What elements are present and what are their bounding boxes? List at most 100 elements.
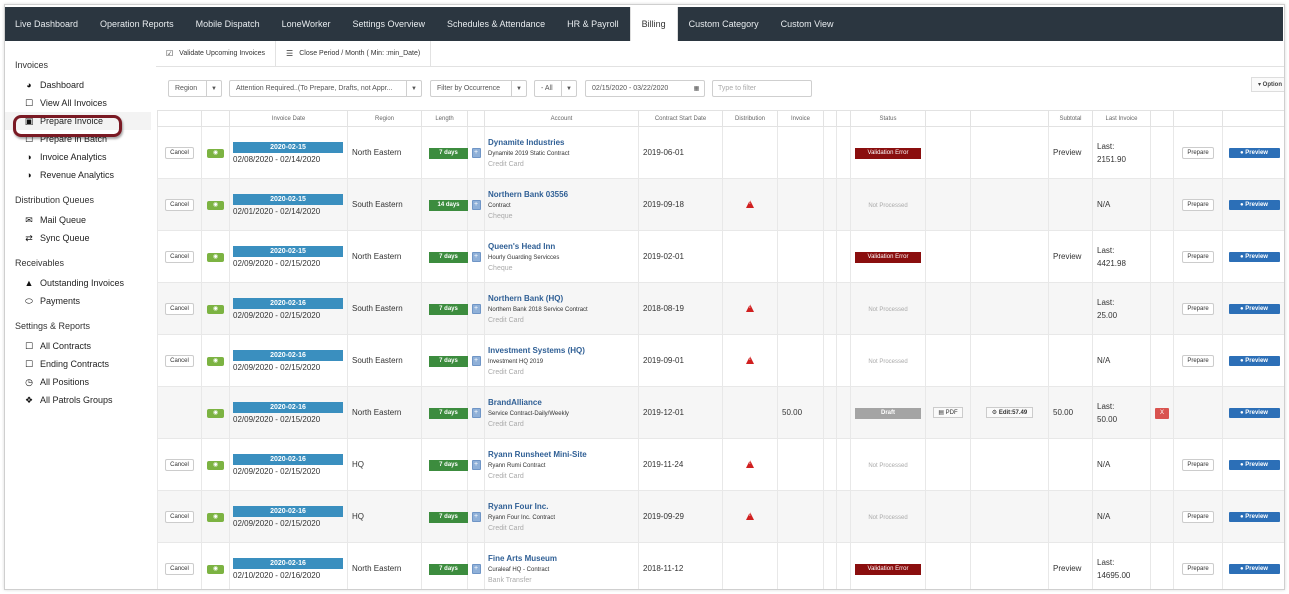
- add-button[interactable]: +: [471, 408, 481, 418]
- tab-custom-view[interactable]: Custom View: [770, 7, 845, 41]
- account-link[interactable]: Dynamite Industries: [488, 138, 638, 147]
- table-cell: Validation Error: [850, 126, 926, 179]
- table-header-row: Invoice Date Region Length Account Contract …: [157, 110, 1284, 127]
- options-button[interactable]: ▾ Option: [1250, 77, 1284, 92]
- sidebar-item-prepare-in-batch[interactable]: ☐ Prepare in Batch: [5, 130, 151, 148]
- car-icon: ❖: [24, 394, 34, 405]
- account-link[interactable]: BrandAlliance: [488, 398, 638, 407]
- view-eye-icon[interactable]: ◉: [207, 461, 224, 470]
- cancel-button[interactable]: Cancel: [165, 354, 194, 367]
- date-range-picker[interactable]: 02/15/2020 - 03/22/2020 ▦: [585, 80, 705, 97]
- pdf-button[interactable]: ▤ PDF: [933, 407, 963, 418]
- cancel-button[interactable]: Cancel: [165, 562, 194, 575]
- account-link[interactable]: Ryann Four Inc.: [488, 502, 638, 511]
- preview-button[interactable]: ● Preview: [1228, 200, 1280, 210]
- sidebar-item-invoice-analytics[interactable]: ◑ Invoice Analytics: [5, 148, 151, 166]
- tab-live-dashboard[interactable]: Live Dashboard: [5, 7, 89, 41]
- sidebar-item-ending-contracts[interactable]: ☐ Ending Contracts: [5, 355, 151, 373]
- tab-hr-payroll[interactable]: HR & Payroll: [556, 7, 630, 41]
- add-button[interactable]: +: [471, 564, 481, 574]
- region-filter[interactable]: Region ▼: [168, 80, 222, 97]
- sidebar-item-all-patrols-groups[interactable]: ❖ All Patrols Groups: [5, 391, 151, 409]
- view-eye-icon[interactable]: ◉: [207, 201, 224, 210]
- add-button[interactable]: +: [471, 200, 481, 210]
- tab-settings-overview[interactable]: Settings Overview: [341, 7, 436, 41]
- preview-button[interactable]: ● Preview: [1228, 356, 1280, 366]
- validate-upcoming-invoices-button[interactable]: ☑ Validate Upcoming Invoices: [156, 41, 277, 66]
- add-button[interactable]: +: [471, 512, 481, 522]
- preview-button[interactable]: ● Preview: [1228, 564, 1280, 574]
- sidebar-item-prepare-invoice[interactable]: ▣ Prepare Invoice: [5, 112, 151, 130]
- prepare-button[interactable]: Prepare: [1182, 354, 1214, 367]
- sidebar-item-all-contracts[interactable]: ☐ All Contracts: [5, 337, 151, 355]
- add-button[interactable]: +: [471, 304, 481, 314]
- prepare-button[interactable]: Prepare: [1182, 250, 1214, 263]
- preview-button[interactable]: ● Preview: [1228, 408, 1280, 418]
- account-link[interactable]: Queen's Head Inn: [488, 242, 638, 251]
- all-filter[interactable]: - All ▼: [534, 80, 577, 97]
- tab-mobile-dispatch[interactable]: Mobile Dispatch: [185, 7, 271, 41]
- account-link[interactable]: Ryann Runsheet Mini-Site: [488, 450, 638, 459]
- preview-button[interactable]: ● Preview: [1228, 460, 1280, 470]
- status-badge[interactable]: Validation Error: [855, 147, 921, 159]
- edit-button[interactable]: ⚙ Edit:57.49: [985, 407, 1034, 418]
- account-link[interactable]: Northern Bank (HQ): [488, 294, 638, 303]
- close-period-button[interactable]: ☰ Close Period / Month ( Min: :min_Date): [276, 41, 432, 66]
- view-eye-icon[interactable]: ◉: [207, 565, 224, 574]
- table-cell: [823, 230, 837, 283]
- prepare-button[interactable]: Prepare: [1182, 302, 1214, 315]
- sidebar-item-dashboard[interactable]: ◕ Dashboard: [5, 76, 151, 94]
- occurrence-filter[interactable]: Filter by Occurrence ▼: [430, 80, 527, 97]
- tab-schedules-attendance[interactable]: Schedules & Attendance: [436, 7, 556, 41]
- add-button[interactable]: +: [471, 252, 481, 262]
- cancel-button[interactable]: Cancel: [165, 510, 194, 523]
- add-button[interactable]: +: [471, 148, 481, 158]
- cancel-button[interactable]: Cancel: [165, 302, 194, 315]
- status-badge[interactable]: Validation Error: [855, 251, 921, 263]
- warning-icon: ▲: [24, 278, 34, 288]
- table-cell: Prepare: [1173, 542, 1223, 589]
- account-link[interactable]: Northern Bank 03556: [488, 190, 638, 199]
- sidebar-item-mail-queue[interactable]: ✉ Mail Queue: [5, 211, 151, 229]
- sidebar-item-all-positions[interactable]: ◷ All Positions: [5, 373, 151, 391]
- preview-button[interactable]: ● Preview: [1228, 512, 1280, 522]
- delete-button[interactable]: X: [1155, 407, 1169, 419]
- prepare-button[interactable]: Prepare: [1182, 510, 1214, 523]
- view-eye-icon[interactable]: ◉: [207, 149, 224, 158]
- tab-operation-reports[interactable]: Operation Reports: [89, 7, 185, 41]
- cancel-button[interactable]: Cancel: [165, 458, 194, 471]
- cancel-button[interactable]: Cancel: [165, 198, 194, 211]
- prepare-button[interactable]: Prepare: [1182, 458, 1214, 471]
- tab-loneworker[interactable]: LoneWorker: [271, 7, 342, 41]
- preview-button[interactable]: ● Preview: [1228, 252, 1280, 262]
- table-cell: South Eastern: [347, 282, 422, 335]
- preview-button[interactable]: ● Preview: [1228, 304, 1280, 314]
- attention-filter[interactable]: Attention Required..(To Prepare, Drafts,…: [229, 80, 422, 97]
- cancel-button[interactable]: Cancel: [165, 250, 194, 263]
- sidebar-item-sync-queue[interactable]: ⇄ Sync Queue: [5, 229, 151, 247]
- add-button[interactable]: +: [471, 460, 481, 470]
- prepare-button[interactable]: Prepare: [1182, 146, 1214, 159]
- view-eye-icon[interactable]: ◉: [207, 409, 224, 418]
- prepare-button[interactable]: Prepare: [1182, 562, 1214, 575]
- view-eye-icon[interactable]: ◉: [207, 305, 224, 314]
- chevron-down-icon: ▼: [406, 81, 421, 96]
- account-link[interactable]: Fine Arts Museum: [488, 554, 638, 563]
- view-eye-icon[interactable]: ◉: [207, 357, 224, 366]
- type-to-filter-input[interactable]: Type to filter: [712, 80, 812, 97]
- status-badge[interactable]: Validation Error: [855, 563, 921, 575]
- sidebar-item-view-all-invoices[interactable]: ☐ View All Invoices: [5, 94, 151, 112]
- table-cell: +: [467, 126, 485, 179]
- sidebar-item-revenue-analytics[interactable]: ◑ Revenue Analytics: [5, 166, 151, 184]
- view-eye-icon[interactable]: ◉: [207, 513, 224, 522]
- view-eye-icon[interactable]: ◉: [207, 253, 224, 262]
- cancel-button[interactable]: Cancel: [165, 146, 194, 159]
- preview-button[interactable]: ● Preview: [1228, 148, 1280, 158]
- sidebar-item-payments[interactable]: ⬭ Payments: [5, 292, 151, 310]
- sidebar-item-outstanding-invoices[interactable]: ▲ Outstanding Invoices: [5, 274, 151, 292]
- prepare-button[interactable]: Prepare: [1182, 198, 1214, 211]
- tab-custom-category[interactable]: Custom Category: [678, 7, 770, 41]
- tab-billing[interactable]: Billing: [629, 7, 678, 41]
- account-link[interactable]: Investment Systems (HQ): [488, 346, 638, 355]
- add-button[interactable]: +: [471, 356, 481, 366]
